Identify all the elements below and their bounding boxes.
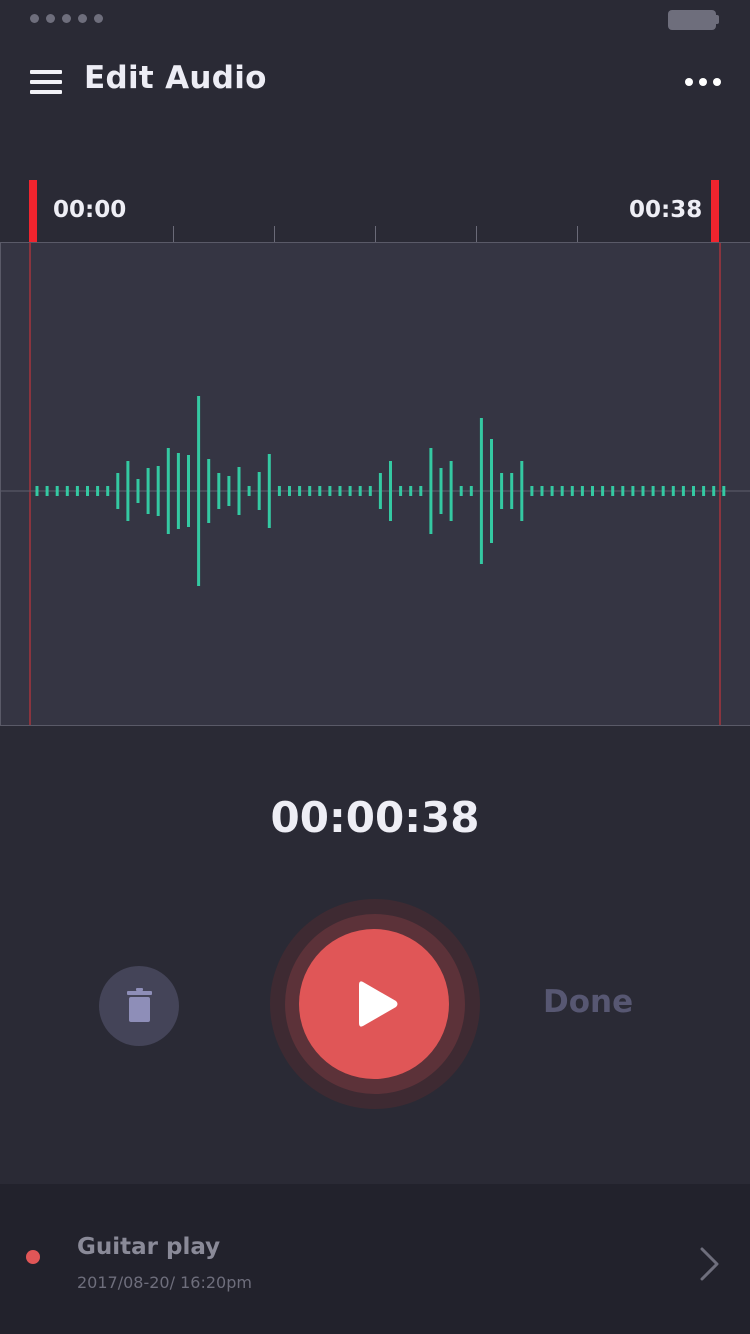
end-time-label: 00:38	[629, 197, 703, 223]
ruler-tick	[375, 226, 376, 242]
menu-icon[interactable]	[30, 70, 62, 94]
ruler-tick	[577, 226, 578, 242]
ruler-tick	[173, 226, 174, 242]
battery-tip	[716, 15, 719, 24]
signal-strength-icon	[30, 14, 103, 23]
recording-list-item[interactable]: Guitar play 2017/08-20/ 16:20pm	[0, 1184, 750, 1334]
battery-icon	[668, 10, 716, 30]
trim-start-handle[interactable]	[29, 180, 37, 242]
ruler-tick	[476, 226, 477, 242]
more-options-icon[interactable]	[685, 78, 721, 86]
play-button[interactable]	[299, 929, 449, 1079]
ruler-tick	[274, 226, 275, 242]
status-bar	[0, 0, 750, 40]
done-button[interactable]: Done	[543, 984, 633, 1020]
chevron-right-icon	[700, 1247, 719, 1281]
elapsed-time: 00:00:38	[270, 793, 480, 842]
recording-title: Guitar play	[77, 1234, 221, 1260]
trim-end-handle[interactable]	[711, 180, 719, 242]
nav-bar: Edit Audio	[0, 50, 750, 114]
delete-button[interactable]	[99, 966, 179, 1046]
start-time-label: 00:00	[53, 197, 127, 223]
recording-status-dot	[26, 1250, 40, 1264]
timeline-ruler: 00:00 00:38	[0, 180, 750, 242]
waveform-graphic	[1, 243, 750, 725]
recording-date: 2017/08-20/ 16:20pm	[77, 1273, 252, 1292]
play-icon	[359, 981, 398, 1027]
trash-icon	[127, 988, 152, 1022]
waveform-panel[interactable]	[0, 242, 750, 726]
page-title: Edit Audio	[84, 60, 267, 96]
